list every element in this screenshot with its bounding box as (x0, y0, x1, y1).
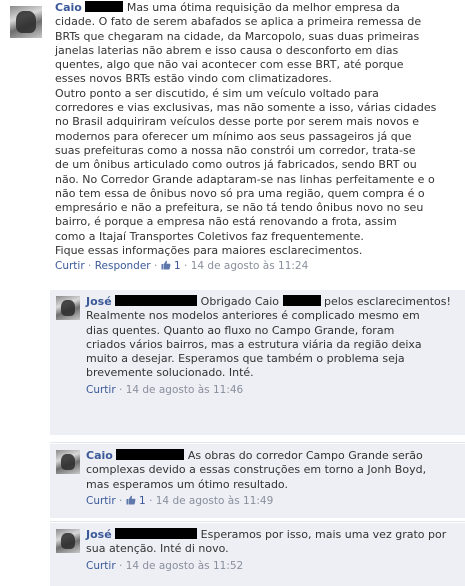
redacted-name (85, 1, 124, 12)
comment-line: quentes, algo que não vai acontecer com … (55, 58, 404, 72)
comment-line: cidade. O fato de serem abafados se apli… (55, 15, 422, 29)
comment-meta: Curtir · 14 de agosto às 11:46 (86, 383, 458, 397)
comment-line: brevemente solucionado. Inté. (86, 366, 254, 380)
meta-separator: · (88, 260, 92, 273)
comment-timestamp[interactable]: 14 de agosto às 11:52 (126, 560, 244, 572)
comment-line: dias quentes. Quanto ao fluxo no Campo G… (86, 323, 395, 337)
comment-body: José Esperamos por isso, mais uma vez gr… (86, 528, 458, 573)
like-count[interactable]: 1 (174, 260, 181, 272)
avatar[interactable] (56, 296, 80, 320)
avatar-photo (56, 529, 80, 553)
avatar-photo (10, 6, 42, 38)
comment-line: Fique essas informações para maiores esc… (55, 244, 363, 258)
reply-divider (50, 442, 465, 443)
comment-line: esses novos BRTs estão vindo com climati… (55, 72, 332, 86)
comment-line: Mas uma ótima requisição da melhor empre… (126, 1, 400, 14)
comment-line: pelos esclarecimentos! (324, 295, 451, 308)
meta-separator: · (119, 383, 123, 396)
comment-line: muito a desejar. Esperamos que também o … (86, 352, 405, 366)
comment-line: criados vários bairros, mas a estrutura … (86, 337, 422, 351)
comment-line: Realmente nos modelos anteriores é compl… (86, 309, 420, 323)
comment-line: bairro, é porque a empresa não está reno… (55, 215, 397, 229)
comment-line: empresário e não a prefeitura, se não tá… (55, 201, 424, 215)
reply-link[interactable]: Responder (95, 260, 151, 272)
comment-author[interactable]: Caio (55, 1, 82, 14)
meta-separator: · (119, 559, 123, 572)
avatar[interactable] (56, 529, 80, 553)
comment-line: como a Itajaí Transportes Coletivos faz … (55, 229, 364, 243)
comment-text: Caio As obras do corredor Campo Grande s… (86, 449, 458, 492)
redacted-name (116, 449, 185, 460)
redacted-name (282, 295, 321, 306)
comment-line: no Brasil adquiriram veículos desse port… (55, 115, 419, 129)
comment-meta: Curtir · 14 de agosto às 11:52 (86, 559, 458, 573)
comment-body: Caio As obras do corredor Campo Grande s… (86, 449, 458, 508)
comment-line: Esperamos por isso, mais uma vez grato p… (200, 528, 447, 541)
like-link[interactable]: Curtir (86, 384, 116, 396)
reply-divider (50, 521, 465, 522)
comment-author[interactable]: José (86, 528, 112, 541)
comment-top: Caio Mas uma ótima requisição da melhor … (0, 0, 465, 292)
meta-separator: · (119, 494, 123, 507)
like-count[interactable]: 1 (139, 495, 146, 507)
meta-separator: · (149, 494, 153, 507)
comment-line: de um ônibus articulado como outros já f… (55, 158, 417, 172)
avatar-silhouette (16, 10, 36, 34)
like-link[interactable]: Curtir (86, 560, 116, 572)
comment-timestamp[interactable]: 14 de agosto às 11:24 (191, 260, 309, 272)
avatar-silhouette (60, 299, 76, 317)
comment-author[interactable]: Caio (86, 449, 113, 462)
like-link[interactable]: Curtir (55, 260, 85, 272)
avatar-photo (56, 450, 80, 474)
comment-meta: Curtir · 1 · 14 de agosto às 11:49 (86, 494, 458, 508)
comment-line: BRTs que chegaram na cidade, da Marcopol… (55, 29, 420, 43)
comment-line: não. No Corredor Grande adaptaram-se nas… (55, 172, 435, 186)
comment-meta: Curtir · Responder · 1 · 14 de agosto às… (55, 259, 460, 273)
reply-comment: José Obrigado Caio pelos esclarecimentos… (50, 290, 465, 435)
like-link[interactable]: Curtir (86, 495, 116, 507)
comment-timestamp[interactable]: 14 de agosto às 11:49 (156, 495, 274, 507)
comment-line: complexas devido a essas construções em … (86, 463, 427, 477)
avatar-silhouette (60, 453, 76, 471)
comment-text: Caio Mas uma ótima requisição da melhor … (55, 1, 460, 258)
comment-line: suas prefeituras como a nossa não constr… (55, 143, 416, 157)
meta-separator: · (184, 260, 188, 273)
comment-line: janelas laterias não abrem e isso causa … (55, 43, 399, 57)
comment-body: José Obrigado Caio pelos esclarecimentos… (86, 295, 458, 397)
meta-separator: · (153, 260, 158, 273)
avatar-photo (56, 296, 80, 320)
thumbs-up-icon[interactable] (161, 260, 171, 270)
comment-line: Obrigado Caio (200, 295, 280, 308)
redacted-name (115, 295, 198, 306)
comment-line: corredores e vias exclusivas, mas não so… (55, 101, 437, 115)
comment-text: José Obrigado Caio pelos esclarecimentos… (86, 295, 458, 381)
thumbs-up-icon[interactable] (126, 495, 136, 505)
comment-timestamp[interactable]: 14 de agosto às 11:46 (126, 384, 244, 396)
comment-line: mas esperamos um ótimo resultado. (86, 477, 288, 491)
redacted-name (115, 528, 198, 539)
avatar-silhouette (60, 532, 76, 550)
comment-text: José Esperamos por isso, mais uma vez gr… (86, 528, 458, 557)
comment-line: Outro ponto a ser discutido, é sim um ve… (55, 86, 379, 100)
reply-comment: José Esperamos por isso, mais uma vez gr… (50, 523, 465, 586)
comment-line: modernos para oferecer um mínimo aos seu… (55, 129, 412, 143)
avatar[interactable] (56, 450, 80, 474)
comment-line: As obras do corredor Campo Grande serão (187, 449, 423, 462)
avatar[interactable] (10, 6, 42, 38)
comment-line: sua atenção. Inté di novo. (86, 542, 229, 556)
comment-line: não tem essa de ônibus novo só pra uma r… (55, 186, 425, 200)
comment-author[interactable]: José (86, 295, 112, 308)
reply-comment: Caio As obras do corredor Campo Grande s… (50, 444, 465, 518)
comment-body: Caio Mas uma ótima requisição da melhor … (55, 1, 460, 273)
